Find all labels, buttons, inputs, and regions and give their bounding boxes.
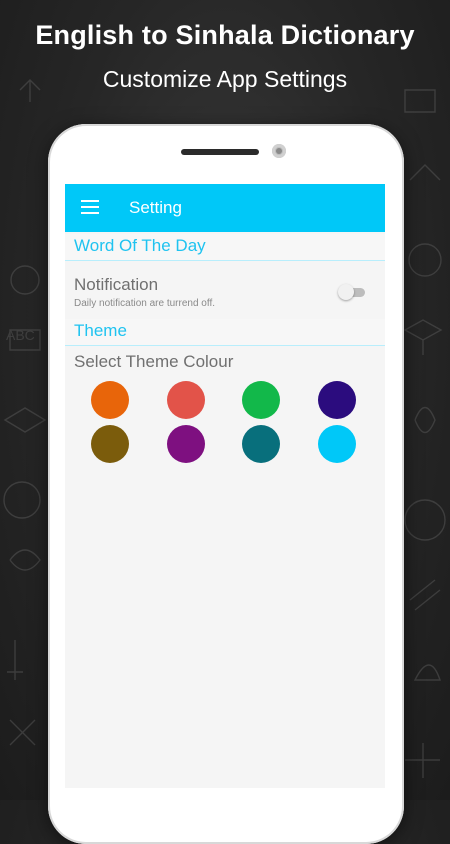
notification-subtitle: Daily notification are turrend off. [74, 298, 216, 309]
svg-text:ABC: ABC [6, 327, 35, 343]
section-header-theme: Theme [65, 319, 385, 346]
select-theme-label: Select Theme Colour [74, 352, 234, 371]
theme-color-swatch[interactable] [242, 425, 280, 463]
theme-color-swatch[interactable] [91, 425, 129, 463]
app-bar: Setting [65, 184, 385, 232]
theme-color-swatch[interactable] [167, 381, 205, 419]
page-title: Setting [129, 198, 182, 217]
phone-camera [272, 144, 286, 158]
theme-color-swatch[interactable] [318, 425, 356, 463]
notification-title[interactable]: Notification [74, 275, 158, 295]
hamburger-menu-icon[interactable] [81, 200, 99, 214]
phone-frame: Setting Word Of The Day Notification Dai… [48, 124, 404, 844]
theme-color-swatch[interactable] [318, 381, 356, 419]
app-screen: Setting Word Of The Day Notification Dai… [65, 184, 385, 788]
promo-subline: Customize App Settings [102, 66, 348, 92]
theme-color-swatch[interactable] [167, 425, 205, 463]
section-header-word-of-the-day: Word Of The Day [65, 234, 385, 261]
toggle-thumb [338, 284, 354, 300]
section-label: Theme [74, 321, 127, 340]
theme-color-swatch[interactable] [242, 381, 280, 419]
phone-speaker [181, 149, 259, 155]
promo-headline: English to Sinhala Dictionary [35, 20, 415, 50]
section-label: Word Of The Day [74, 236, 206, 255]
notification-toggle[interactable] [338, 284, 366, 300]
theme-color-swatch[interactable] [91, 381, 129, 419]
